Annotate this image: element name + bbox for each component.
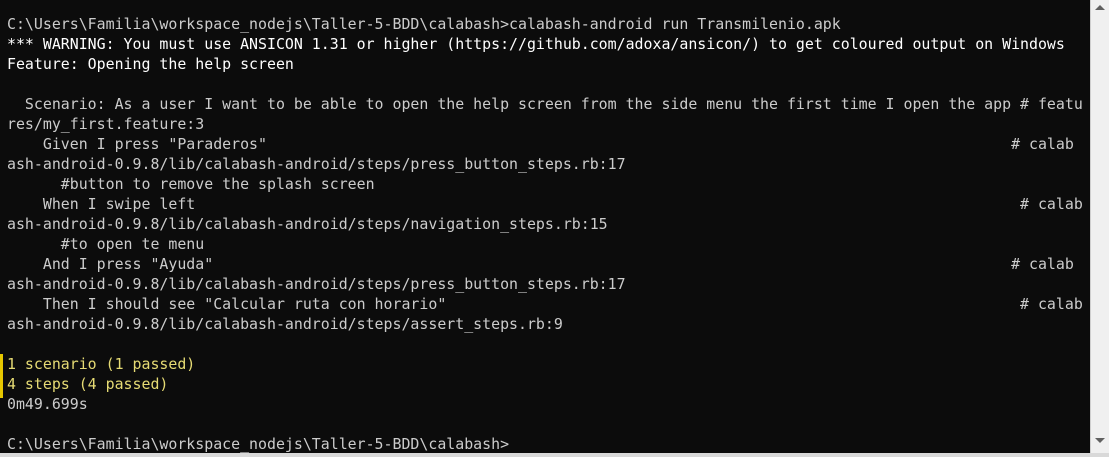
- console-line: *** WARNING: You must use ANSICON 1.31 o…: [7, 35, 1065, 53]
- console-line: ash-android-0.9.8/lib/calabash-android/s…: [7, 275, 626, 293]
- console-line: ash-android-0.9.8/lib/calabash-android/s…: [7, 155, 626, 173]
- console-line: C:\Users\Familia\workspace_nodejs\Taller…: [7, 435, 510, 453]
- vertical-scrollbar[interactable]: [1091, 0, 1109, 457]
- scroll-up-icon[interactable]: [1095, 5, 1105, 10]
- console-line: Then I should see "Calcular ruta con hor…: [7, 295, 1083, 313]
- scroll-down-icon[interactable]: [1095, 438, 1105, 443]
- console-line: ash-android-0.9.8/lib/calabash-android/s…: [7, 315, 563, 333]
- console-line: Feature: Opening the help screen: [7, 55, 294, 73]
- console-line: 0m49.699s: [7, 395, 88, 413]
- console-line: #to open te menu: [7, 235, 205, 253]
- console-line: 4 steps (4 passed): [7, 375, 169, 393]
- console-line: When I swipe left # calab: [7, 195, 1083, 213]
- console-window[interactable]: C:\Users\Familia\workspace_nodejs\Taller…: [0, 0, 1091, 457]
- window-bottom-edge: [0, 453, 1109, 457]
- console-line: And I press "Ayuda" # calab: [7, 255, 1074, 273]
- console-line: 1 scenario (1 passed): [7, 355, 196, 373]
- passed-marker: [0, 354, 3, 398]
- console-line: res/my_first.feature:3: [7, 115, 205, 133]
- console-line: #button to remove the splash screen: [7, 175, 375, 193]
- console-line: Given I press "Paraderos" # calab: [7, 135, 1074, 153]
- console-line: Scenario: As a user I want to be able to…: [7, 95, 1083, 113]
- console-line: ash-android-0.9.8/lib/calabash-android/s…: [7, 215, 608, 233]
- terminal-output[interactable]: C:\Users\Familia\workspace_nodejs\Taller…: [7, 14, 1087, 454]
- console-line: C:\Users\Familia\workspace_nodejs\Taller…: [7, 15, 841, 33]
